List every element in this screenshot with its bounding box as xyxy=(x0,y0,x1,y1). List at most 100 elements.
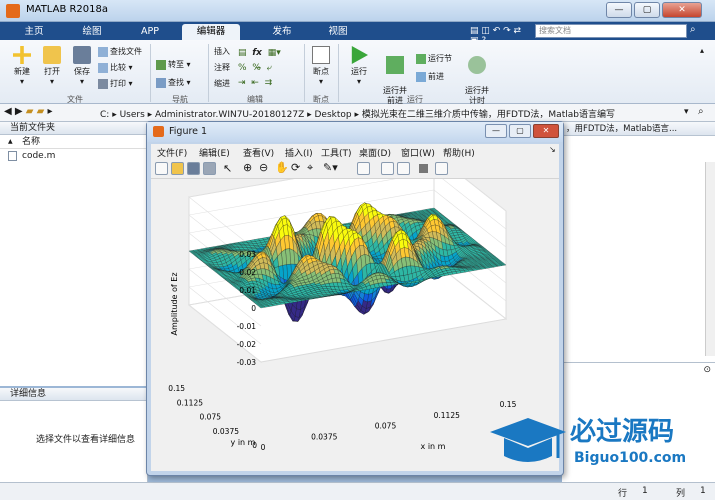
current-folder-panel: 当前文件夹 ▲ 名称 code.m xyxy=(0,122,148,386)
breadcrumb-item[interactable]: Desktop xyxy=(315,110,352,120)
watermark: 必过源码 Biguo100.com xyxy=(478,404,715,482)
figure-title: Figure 1 xyxy=(169,126,208,137)
print-icon xyxy=(98,78,108,89)
save-figure-icon[interactable] xyxy=(187,162,200,175)
new-file-icon xyxy=(13,46,31,64)
menu-tools[interactable]: 工具(T) xyxy=(321,146,352,159)
watermark-url: Biguo100.com xyxy=(574,450,686,466)
tab-home[interactable]: 主页 xyxy=(8,24,60,40)
ribbon-collapse-icon[interactable]: ▴ xyxy=(700,46,704,55)
breadcrumb-item[interactable]: C: xyxy=(100,110,109,120)
menu-desktop[interactable]: 桌面(D) xyxy=(359,146,391,159)
pointer-icon[interactable]: ↖ xyxy=(223,162,232,175)
figure-menu-bar: 文件(F) 编辑(E) 查看(V) 插入(I) 工具(T) 桌面(D) 窗口(W… xyxy=(151,144,559,159)
rotate-icon[interactable]: ⟳ xyxy=(291,161,300,174)
open-button[interactable]: 打开 ▾ xyxy=(38,46,66,86)
tab-plots[interactable]: 绘图 xyxy=(66,24,118,40)
save-icon xyxy=(73,46,91,64)
z-tick-label: 0.03 xyxy=(239,250,256,259)
dock-icon[interactable]: ↘ xyxy=(549,145,556,154)
editor-scrollbar[interactable] xyxy=(705,162,715,356)
compare-button[interactable]: 比较 ▾ xyxy=(98,61,133,75)
menu-edit[interactable]: 编辑(E) xyxy=(199,146,230,159)
comment-icon: % xyxy=(238,63,247,73)
print-button[interactable]: 打印 ▾ xyxy=(98,77,133,91)
print-figure-icon[interactable] xyxy=(203,162,216,175)
name-column-header[interactable]: ▲ 名称 xyxy=(0,135,147,149)
compare-icon xyxy=(98,62,108,73)
colorbar-icon[interactable] xyxy=(381,162,394,175)
open-file-icon[interactable] xyxy=(171,162,184,175)
nav-arrows[interactable]: ◀ ▶ ▰ ▰ ▸ xyxy=(4,106,53,117)
data-cursor-icon[interactable]: ⌖ xyxy=(307,161,313,175)
run-button[interactable]: 运行 ▾ xyxy=(344,46,374,86)
wrap-icon: ⤶ xyxy=(266,63,272,73)
pan-icon[interactable]: ✋ xyxy=(275,161,289,174)
x-axis-label: x in m xyxy=(421,442,446,451)
zoom-in-icon[interactable]: ⊕ xyxy=(243,161,252,174)
current-folder-title: 当前文件夹 xyxy=(0,122,147,135)
brush-icon[interactable]: ✎▾ xyxy=(323,161,338,174)
breakpoints-button[interactable]: 断点 ▾ xyxy=(308,46,334,86)
figure-minimize-button[interactable]: — xyxy=(485,124,507,138)
tab-view[interactable]: 视图 xyxy=(312,24,364,40)
status-bar: 行 1 列 1 xyxy=(0,482,715,500)
figure-close-button[interactable]: ✕ xyxy=(533,124,559,138)
breadcrumb-item[interactable]: Users xyxy=(120,110,145,120)
z-tick-label: 0.02 xyxy=(239,268,256,277)
run-time-icon xyxy=(468,56,486,74)
ribbon-separator xyxy=(304,44,305,102)
save-button[interactable]: 保存 ▾ xyxy=(68,46,96,86)
insert-button[interactable]: 插入 xyxy=(214,45,230,59)
x-tick-label: 0.1125 xyxy=(434,411,460,420)
goto-button[interactable]: 转至 ▾ xyxy=(156,58,191,72)
edit-icon-grid[interactable]: ▤ fx ▦▾ % %̶ ⤶ ⇥ ⇤ ⇉ xyxy=(238,46,298,90)
maximize-button[interactable]: ▢ xyxy=(634,2,660,18)
new-figure-icon[interactable] xyxy=(155,162,168,175)
zoom-out-icon[interactable]: ⊖ xyxy=(259,161,268,174)
hide-plot-tools-icon[interactable] xyxy=(419,164,428,173)
search-input[interactable]: 搜索文档 xyxy=(535,24,687,38)
legend-icon[interactable] xyxy=(397,162,410,175)
close-button[interactable]: ✕ xyxy=(662,2,702,18)
z-tick-label: 0.01 xyxy=(239,286,256,295)
run-section-button[interactable]: 运行节 xyxy=(416,52,452,66)
link-plot-icon[interactable] xyxy=(357,162,370,175)
comment-button[interactable]: 注释 xyxy=(214,61,230,75)
menu-insert[interactable]: 插入(I) xyxy=(285,146,313,159)
figure-title-bar: Figure 1 — ▢ ✕ xyxy=(147,122,563,142)
tab-publish[interactable]: 发布 xyxy=(256,24,308,40)
uncomment-icon: %̶ xyxy=(252,63,261,73)
panel-menu-icon[interactable]: ⊙ xyxy=(703,365,711,375)
insert-dropdown-icon: ▦▾ xyxy=(267,48,281,58)
list-item[interactable]: code.m xyxy=(0,149,147,163)
figure-maximize-button[interactable]: ▢ xyxy=(509,124,531,138)
advance-button[interactable]: 前进 xyxy=(416,70,444,84)
find-files-icon xyxy=(98,46,108,57)
tab-apps[interactable]: APP xyxy=(124,24,176,40)
y-tick-label: 0.15 xyxy=(168,384,185,393)
find-files-button[interactable]: 查找文件 xyxy=(98,45,142,59)
search-icon[interactable]: ⌕ xyxy=(690,24,696,35)
breadcrumb-item[interactable]: Administrator.WIN7U-20180127Z xyxy=(155,110,304,120)
menu-file[interactable]: 文件(F) xyxy=(157,146,187,159)
breadcrumb-item[interactable]: 模拟光束在二维三维介质中传输，用FDTD法，Matlab语言编写 xyxy=(362,110,615,120)
path-dropdown-icon[interactable]: ▾ xyxy=(684,107,689,117)
find-button[interactable]: 查找 ▾ xyxy=(156,76,191,90)
indent-button[interactable]: 缩进 xyxy=(214,77,230,91)
minimize-button[interactable]: — xyxy=(606,2,632,18)
ribbon-separator xyxy=(150,44,151,102)
browse-folder-icon[interactable]: ⌕ xyxy=(698,106,704,117)
show-plot-tools-icon[interactable] xyxy=(435,162,448,175)
quick-access-toolbar[interactable]: ▤ ◫ ↶ ↷ ⇄ ▣ ? xyxy=(470,26,530,46)
menu-help[interactable]: 帮助(H) xyxy=(443,146,475,159)
menu-window[interactable]: 窗口(W) xyxy=(401,146,435,159)
y-tick-label: 0.0375 xyxy=(213,427,239,436)
new-button[interactable]: 新建 ▾ xyxy=(8,46,36,86)
status-row-value: 1 xyxy=(642,486,648,496)
menu-view[interactable]: 查看(V) xyxy=(243,146,274,159)
tab-editor[interactable]: 编辑器 xyxy=(182,24,240,40)
breadcrumb[interactable]: C: ▸ Users ▸ Administrator.WIN7U-2018012… xyxy=(100,107,615,120)
run-and-time-button[interactable]: 运行并 计时 xyxy=(460,46,494,106)
figure-toolbar: ↖ ⊕ ⊖ ✋ ⟳ ⌖ ✎▾ xyxy=(151,159,559,179)
